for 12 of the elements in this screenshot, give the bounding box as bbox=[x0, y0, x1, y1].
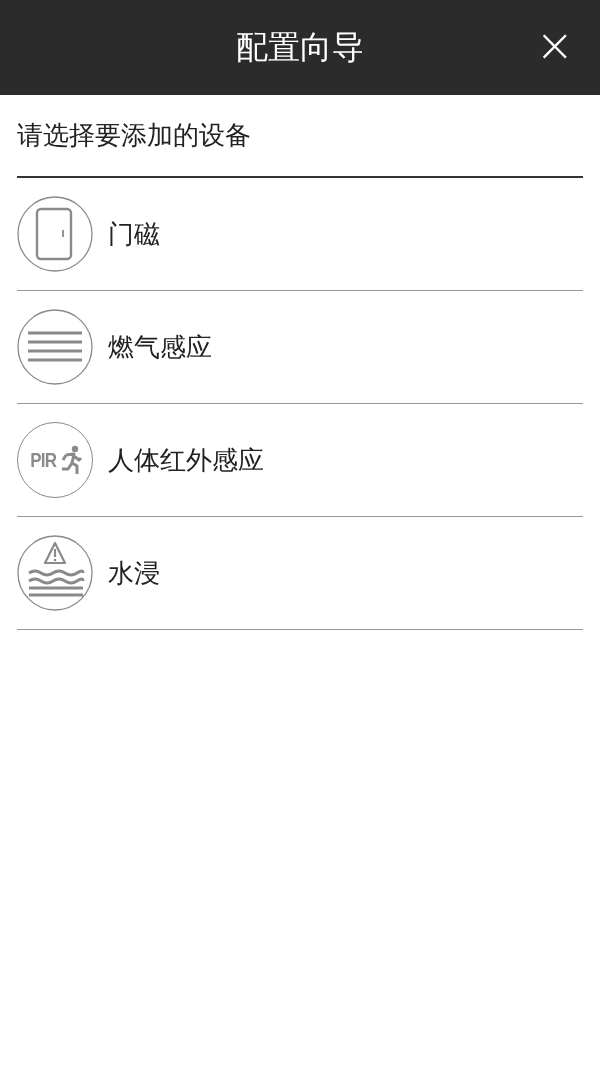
door-icon bbox=[17, 196, 93, 272]
flood-warning-icon bbox=[17, 535, 93, 611]
instruction-text: 请选择要添加的设备 bbox=[17, 119, 251, 152]
device-item[interactable]: 门磁 bbox=[17, 178, 583, 290]
icon-label: PIR bbox=[30, 448, 57, 472]
page-title: 配置向导 bbox=[236, 26, 364, 68]
close-button[interactable]: × bbox=[529, 22, 580, 68]
lines-icon bbox=[17, 309, 93, 385]
device-item[interactable]: PIR 人体红外感应 bbox=[17, 404, 583, 516]
running-figure-icon bbox=[59, 445, 82, 475]
device-item[interactable]: 水浸 bbox=[17, 517, 583, 629]
device-item[interactable]: 燃气感应 bbox=[17, 291, 583, 403]
